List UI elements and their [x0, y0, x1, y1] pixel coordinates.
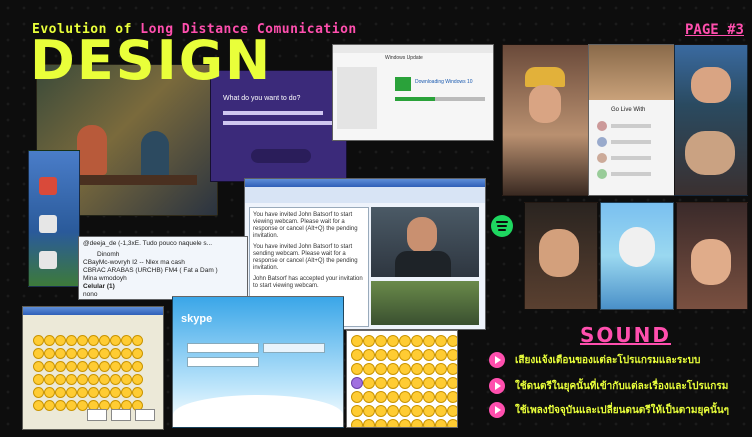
desktop-screenshot: [28, 150, 80, 287]
windows-logo-icon: [395, 77, 411, 91]
webcam-view: [371, 207, 479, 277]
contact-group[interactable]: Celular (1): [83, 283, 243, 291]
spotify-icon: [491, 215, 513, 237]
chat-accepted: John Batsorf has accepted your invitatio…: [253, 276, 363, 289]
contact-item[interactable]: CBayMc-wovryh I2 -- Nlex ma cash: [83, 259, 243, 267]
sound-item-text: ใช้เพลงปัจจุบันและเปลี่ยนดนตรีให้เป็นตาม…: [515, 404, 730, 416]
page-tag: PAGE #3: [684, 22, 744, 38]
skype-logo: skype: [181, 313, 213, 325]
instagram-live-photo-1: [502, 44, 589, 196]
play-icon: [489, 352, 505, 368]
dialog-prompt: What do you want to do?: [223, 95, 301, 102]
go-live-title: Go Live With: [611, 107, 646, 113]
chat-invite-1: You have invited John Batsorf to start v…: [253, 212, 358, 239]
instagram-live-photo-2: Go Live With: [588, 44, 675, 196]
design-title: DESIGN: [30, 29, 273, 92]
filter-photo-2: [600, 202, 674, 310]
play-icon: [489, 402, 505, 418]
sound-item-text: เสียงแจ้งเตือนของแต่ละโปรแกรมและระบบ: [515, 354, 701, 366]
sound-item: ใช้เพลงปัจจุบันและเปลี่ยนดนตรีให้เป็นตาม…: [489, 402, 729, 418]
installer-status: Downloading Windows 10: [415, 79, 473, 85]
contact-item[interactable]: Mina wmodoyh: [83, 275, 243, 283]
contact-item[interactable]: CBRAC ARABAS (URCHB) FM4 ( Fat a Dam ): [83, 267, 243, 275]
filter-photo-1: [524, 202, 598, 310]
sound-item: ใช้ดนตรีในยุคนั้นที่เข้ากับแต่ละเรื่องแล…: [489, 378, 728, 394]
sound-title: SOUND: [580, 323, 671, 347]
instagram-live-photo-3: [674, 44, 748, 196]
filter-photo-3: [676, 202, 748, 310]
webcam-view-2: [371, 281, 479, 325]
skype-login-window: skype: [172, 296, 344, 428]
emoticons-dialog: [22, 306, 164, 430]
contact-item[interactable]: Dinomh: [97, 251, 243, 259]
chat-invite-2: You have invited John Batsorf to start s…: [253, 244, 358, 271]
sound-item-text: ใช้ดนตรีในยุคนั้นที่เข้ากับแต่ละเรื่องแล…: [515, 380, 729, 392]
play-icon: [489, 378, 505, 394]
contact-list-window: @deeja_de (-1,3xE. Tudo pouco naquele s.…: [78, 236, 248, 300]
installer-title: Windows Update: [385, 55, 423, 61]
sound-item: เสียงแจ้งเตือนของแต่ละโปรแกรมและระบบ: [489, 352, 700, 368]
windows-update-window: Windows Update Downloading Windows 10: [332, 44, 494, 141]
contact-item[interactable]: @deeja_de (-1,3xE. Tudo pouco naquele s.…: [83, 240, 243, 248]
emoji-sheet: [346, 330, 458, 428]
